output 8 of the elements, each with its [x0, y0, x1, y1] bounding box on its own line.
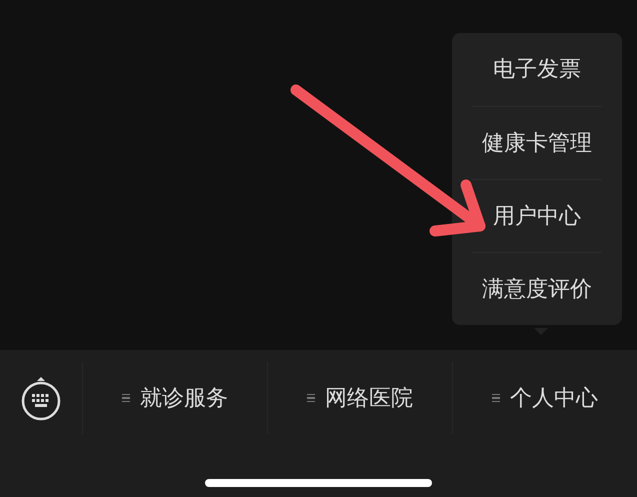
popup-menu-item[interactable]: 健康卡管理 — [472, 106, 602, 179]
menu-button[interactable]: 网络医院 — [301, 379, 419, 417]
popup-menu-item[interactable]: 用户中心 — [472, 179, 602, 252]
menu-button[interactable]: 个人中心 — [486, 379, 604, 417]
keyboard-icon[interactable] — [20, 375, 62, 421]
popup-menu-item[interactable]: 电子发票 — [472, 33, 602, 106]
popup-menu-item[interactable]: 满意度评价 — [472, 252, 602, 325]
menu-button[interactable]: 就诊服务 — [116, 379, 234, 417]
